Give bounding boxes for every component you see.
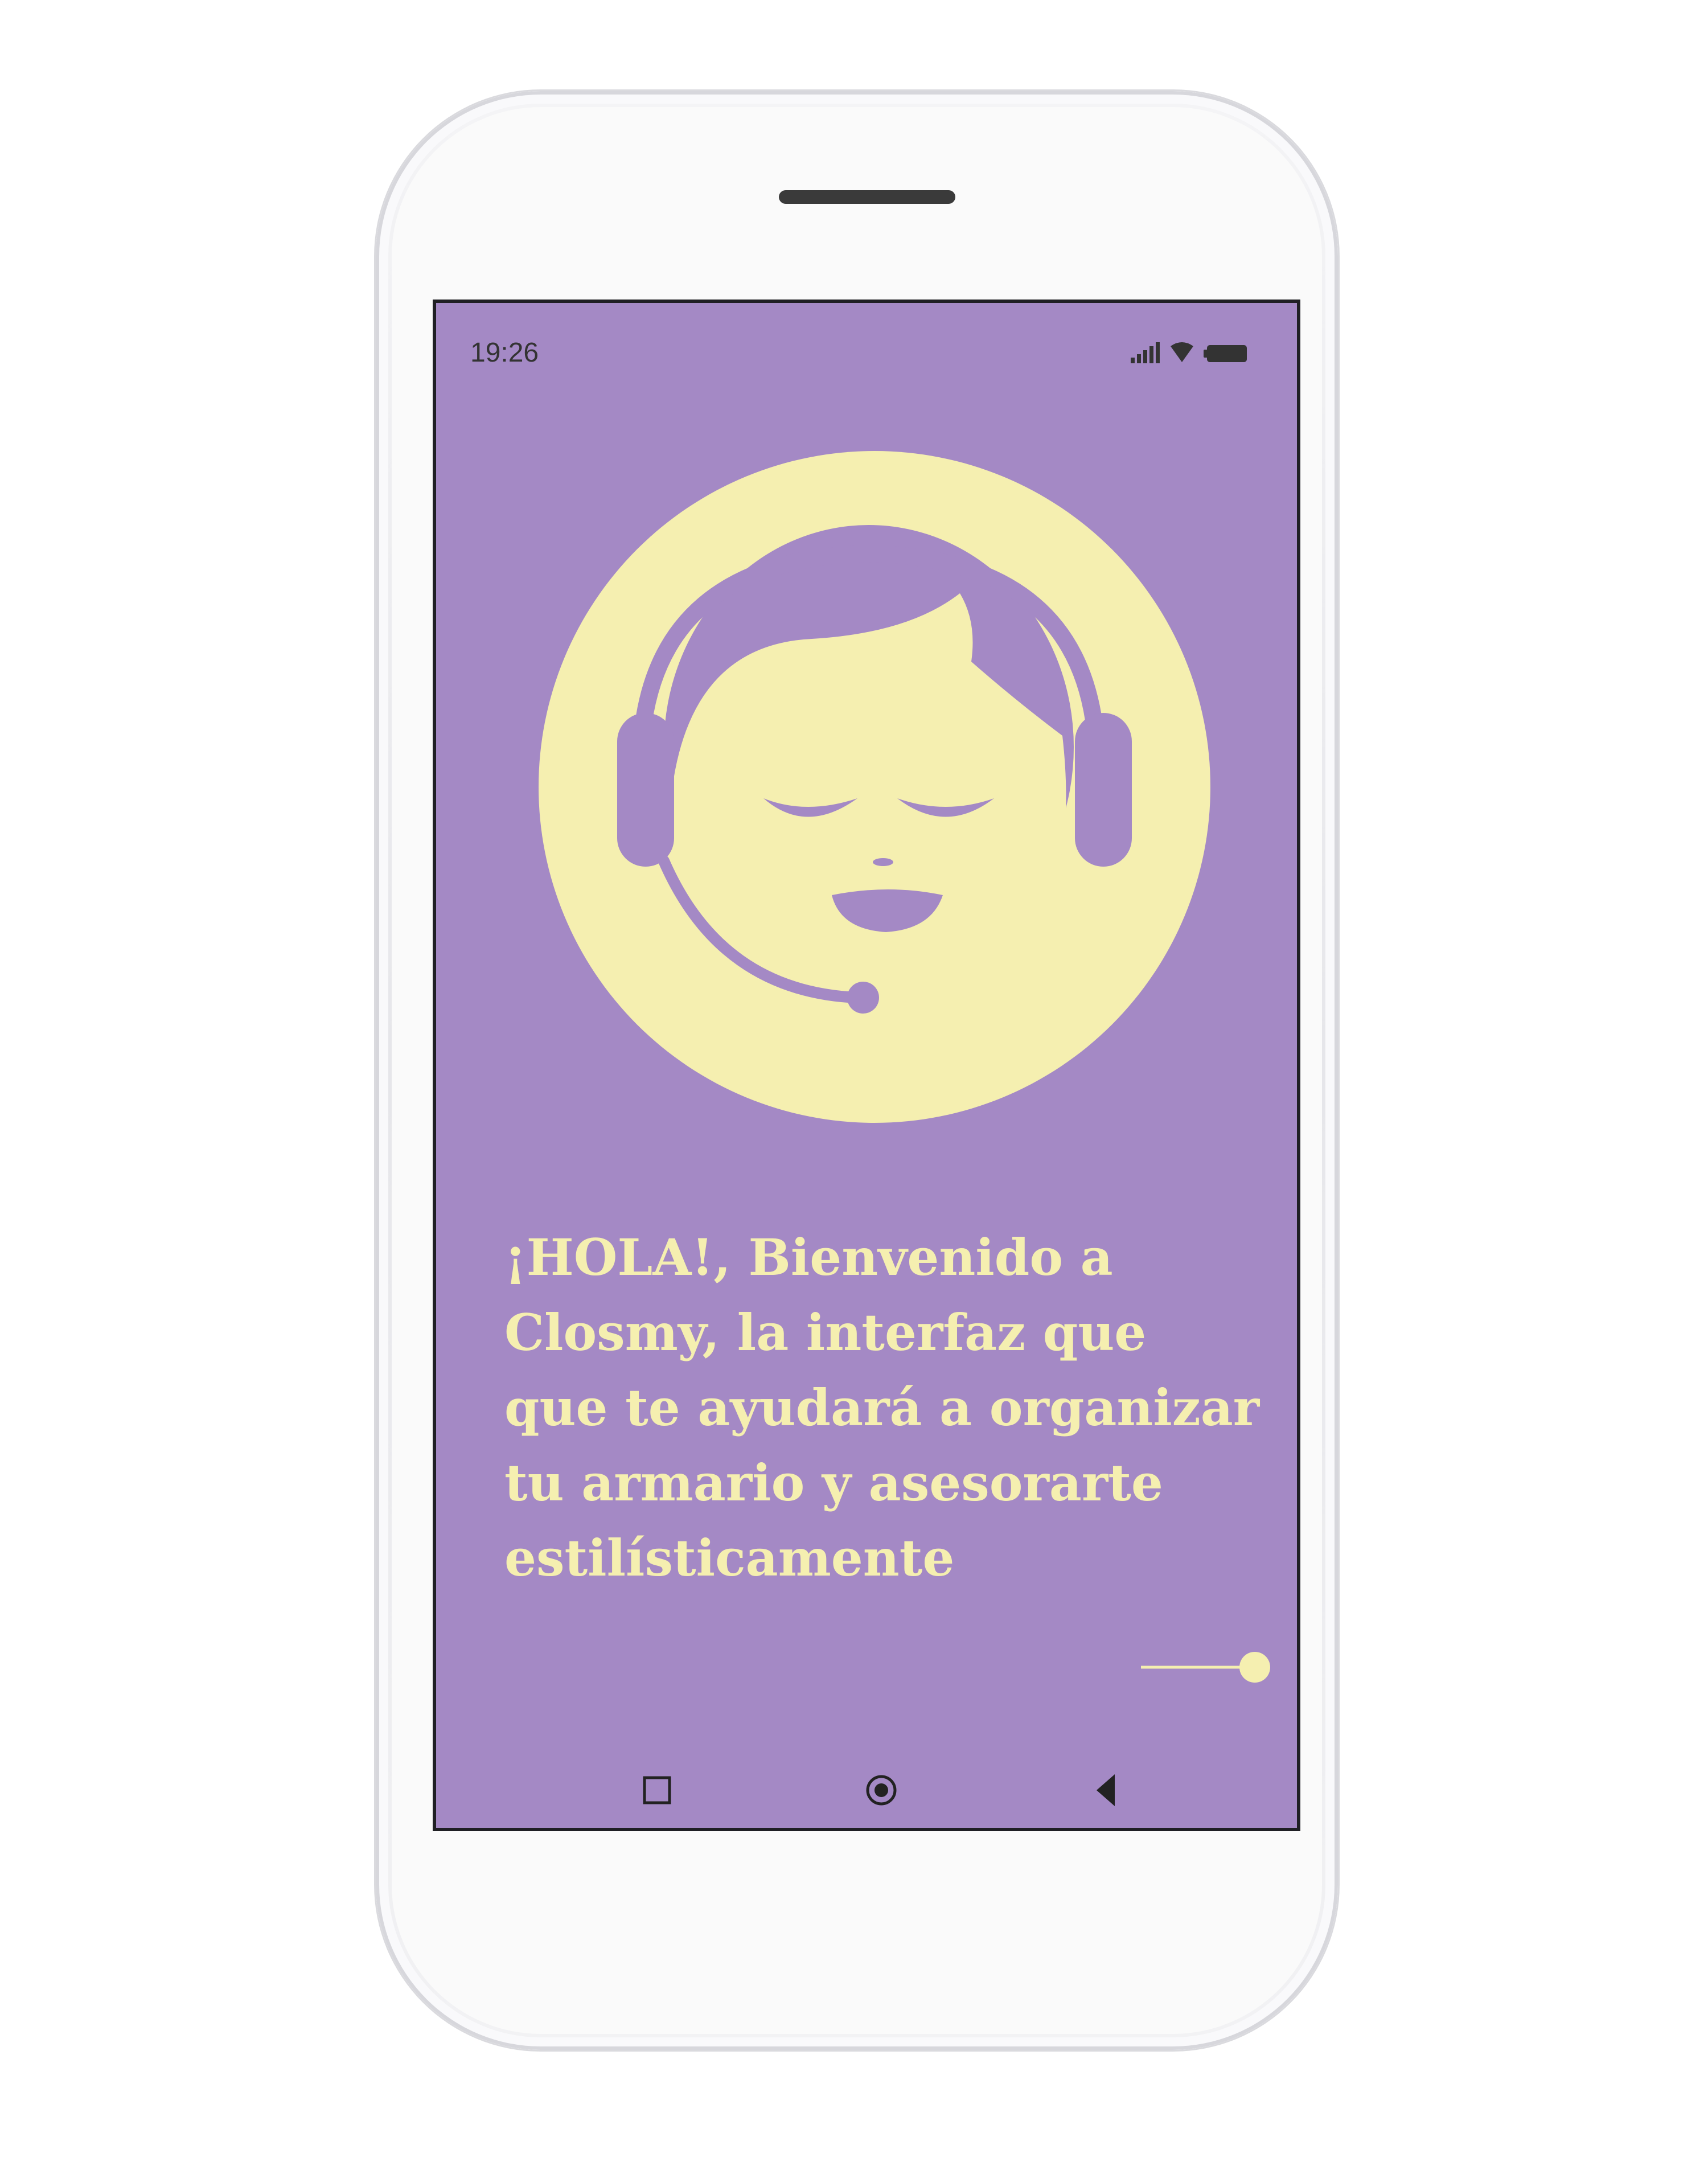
next-slider-icon[interactable] [1141, 1650, 1272, 1684]
navigation-bar [436, 1761, 1297, 1818]
status-time: 19:26 [470, 338, 539, 368]
welcome-line: estilísticamente [504, 1528, 955, 1588]
welcome-line: ¡HOLA!, Bienvenido a [504, 1228, 1113, 1287]
earpiece-speaker [779, 190, 955, 204]
battery-icon [1204, 345, 1247, 362]
home-icon[interactable] [864, 1773, 898, 1807]
status-icons [1131, 342, 1247, 363]
welcome-line: tu armario y asesorarte [504, 1453, 1163, 1512]
wifi-icon [1171, 342, 1193, 362]
phone-screen: 19:26 ¡HOLA!, Bienvenido a Closmy, la in… [433, 300, 1300, 1831]
assistant-headset-icon [539, 451, 1210, 1123]
welcome-line: que te ayudará a organizar [504, 1378, 1260, 1437]
back-icon[interactable] [1090, 1773, 1124, 1807]
welcome-line: Closmy, la interfaz que [504, 1303, 1147, 1362]
signal-icon [1131, 342, 1160, 363]
welcome-message: ¡HOLA!, Bienvenido a Closmy, la interfaz… [504, 1220, 1267, 1595]
recent-apps-icon[interactable] [640, 1773, 674, 1807]
